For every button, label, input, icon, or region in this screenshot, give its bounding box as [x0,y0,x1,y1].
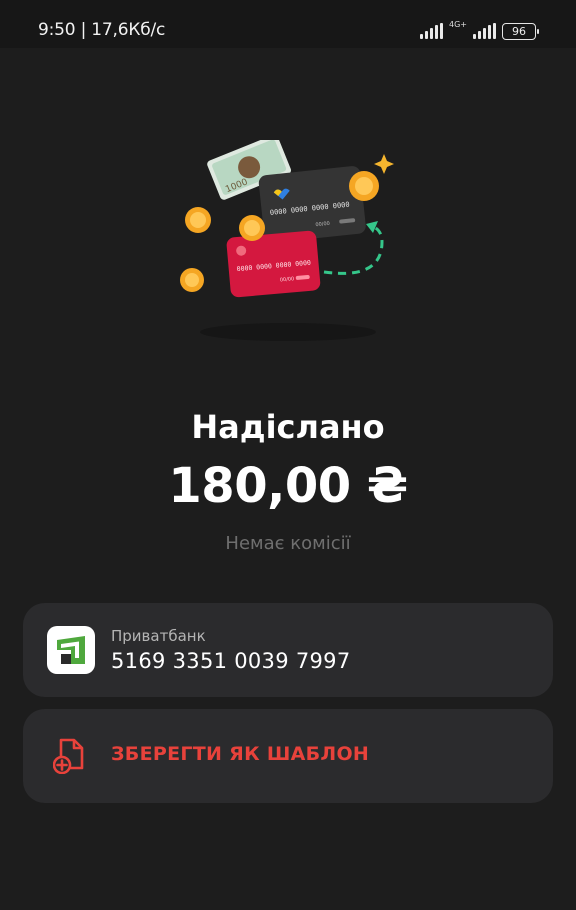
battery-level: 96 [512,24,526,38]
recipient-card-number: 5169 3351 0039 7997 [111,649,351,673]
document-add-icon [53,738,84,774]
transfer-amount: 180,00 ₴ [168,458,408,514]
success-illustration: 1000 0000 0000 0000 0000 00/00 0000 0000… [180,140,394,341]
recipient-card: Приватбанк 5169 3351 0039 7997 [23,603,553,697]
sparkle-icon [374,154,394,174]
bank-name: Приватбанк [111,627,206,645]
save-template-label: ЗБЕРЕГТИ ЯК ШАБЛОН [111,743,370,765]
network-type-label: 4G+ [449,20,467,29]
fee-note: Немає комісії [225,533,351,554]
status-title: Надіслано [191,408,385,446]
status-indicators: 4G+ 96 [420,20,539,42]
red-card-expiry: 00/00 [280,276,295,283]
privatbank-logo-icon [47,626,95,674]
status-bar: 9:50 | 17,6Кб/с 4G+ 96 [0,0,576,48]
signal-icon [420,23,443,39]
battery-icon: 96 [502,22,539,40]
save-template-button[interactable]: ЗБЕРЕГТИ ЯК ШАБЛОН [23,709,553,803]
status-time-speed: 9:50 | 17,6Кб/с [38,20,166,40]
signal-2-icon [473,23,496,39]
